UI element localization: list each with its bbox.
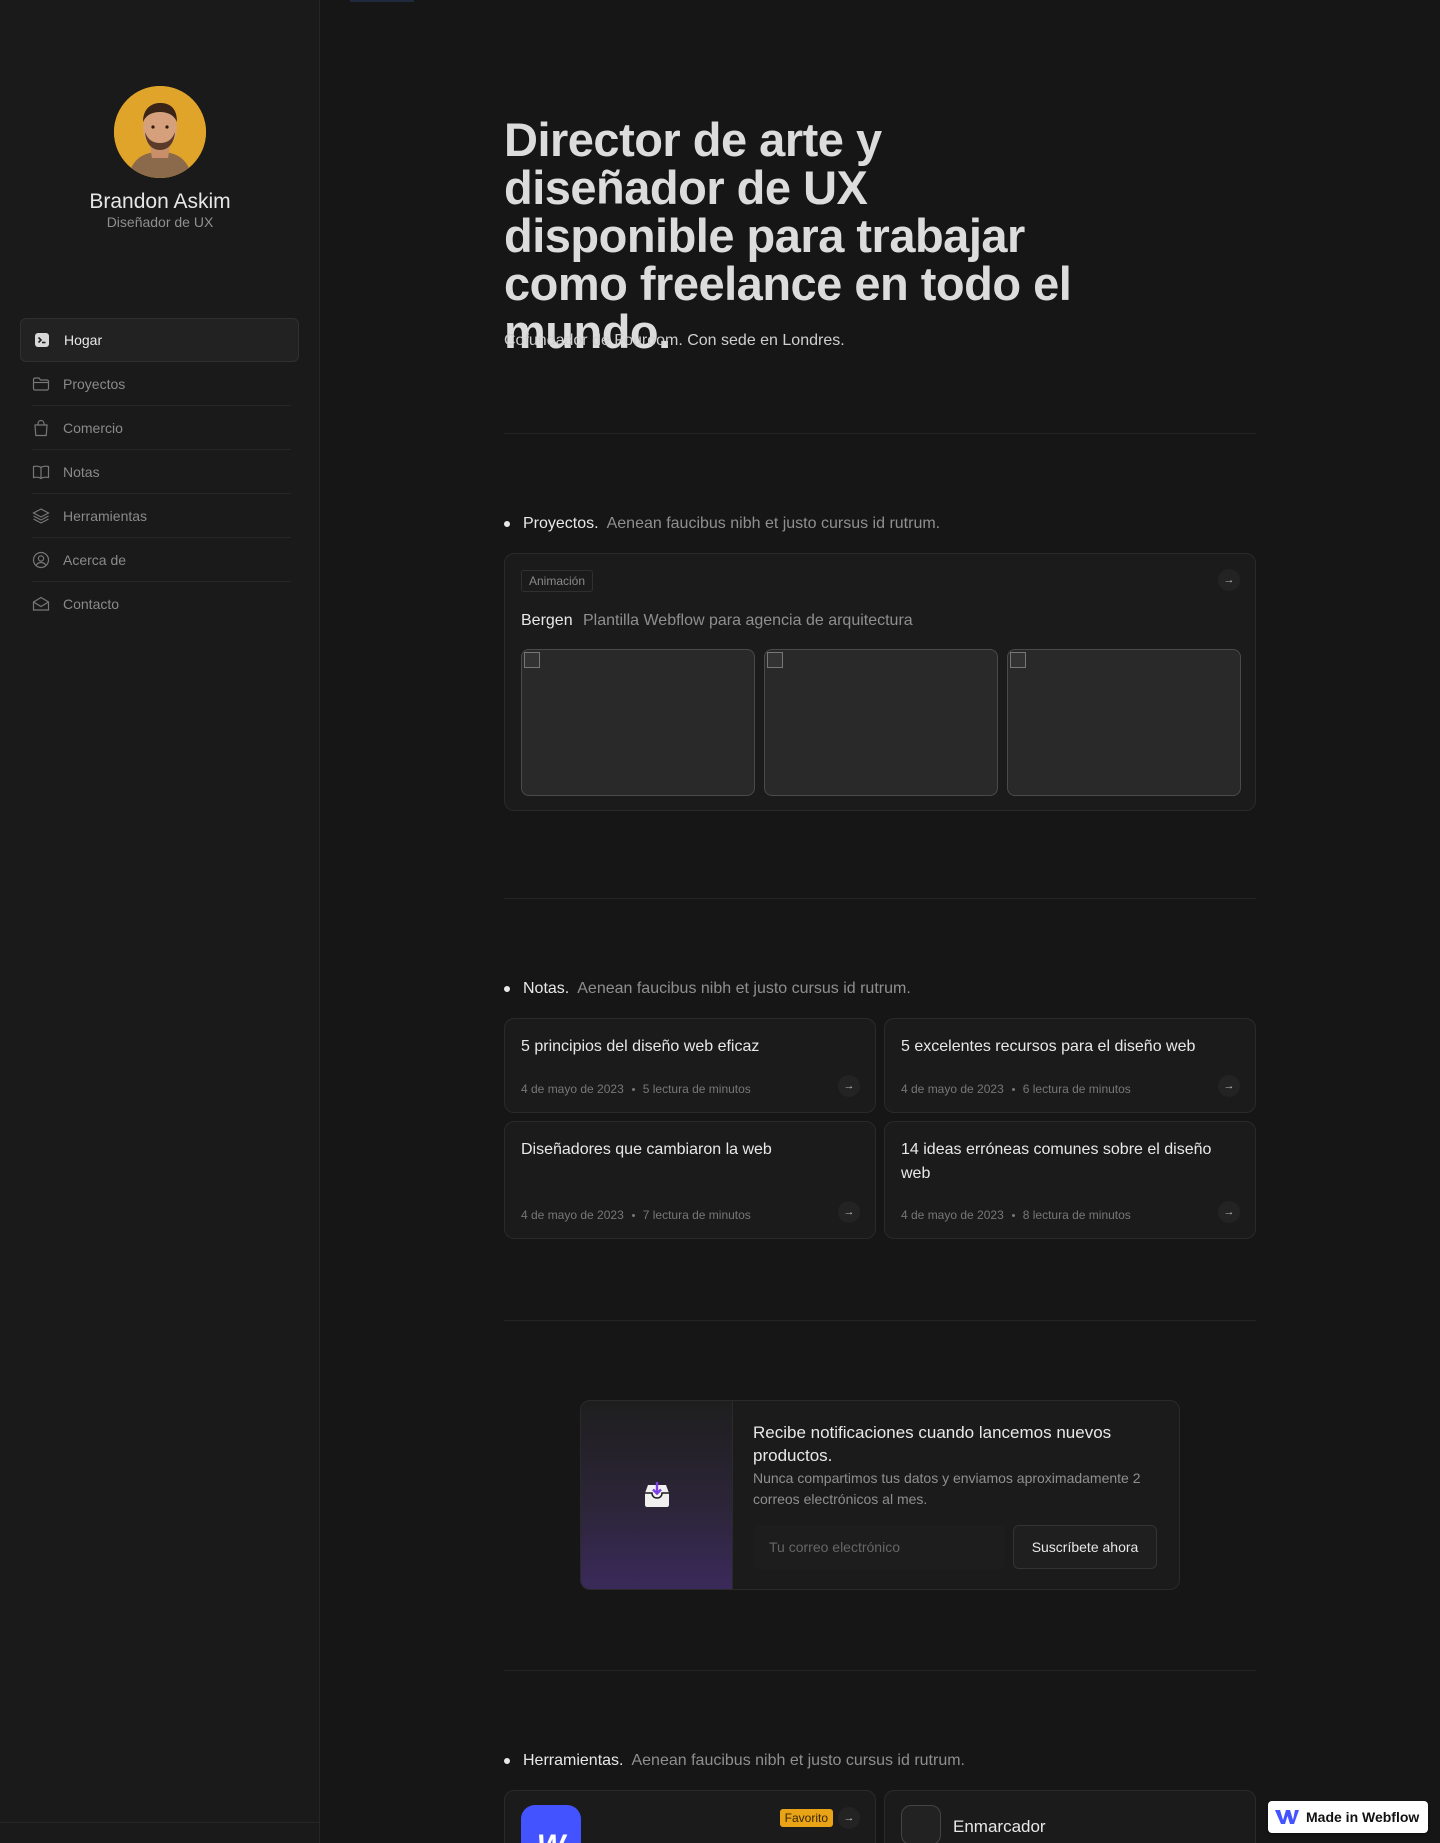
note-date: 4 de mayo de 2023 [901, 1208, 1004, 1222]
loading-bar [350, 0, 414, 2]
project-tag: Animación [521, 570, 594, 592]
profile-role: Diseñador de UX [106, 214, 214, 230]
arrow-right-icon[interactable]: → [838, 1201, 860, 1223]
arrow-right-icon[interactable]: → [838, 1807, 860, 1829]
made-in-webflow-badge[interactable]: Made in Webflow [1268, 1801, 1428, 1833]
project-description: Plantilla Webflow para agencia de arquit… [583, 612, 913, 629]
sidebar-item-notas[interactable]: Notas [20, 450, 299, 494]
subscribe-button[interactable]: Suscríbete ahora [1013, 1525, 1157, 1569]
note-date: 4 de mayo de 2023 [521, 1082, 624, 1096]
tool-thumbnail [901, 1805, 941, 1843]
sidebar-item-label: Comercio [63, 420, 123, 436]
note-read-time: 6 lectura de minutos [1022, 1082, 1131, 1096]
note-card[interactable]: Diseñadores que cambiaron la web 4 de ma… [504, 1121, 876, 1239]
favorite-badge: Favorito [779, 1809, 833, 1827]
tools-section-header: Herramientas. Aenean faucibus nibh et ju… [504, 1752, 965, 1770]
note-card[interactable]: 5 excelentes recursos para el diseño web… [884, 1018, 1256, 1113]
sidebar-item-acerca-de[interactable]: Acerca de [20, 538, 299, 582]
arrow-right-icon[interactable]: → [1218, 1075, 1240, 1097]
inbox-download-icon [644, 1482, 669, 1507]
folder-icon [32, 375, 50, 393]
sidebar-item-contacto[interactable]: Contacto [20, 582, 299, 626]
sidebar-item-label: Proyectos [63, 376, 126, 392]
envelope-icon [32, 595, 50, 613]
shopping-bag-icon [32, 419, 50, 437]
profile-name: Brandon Askim [89, 190, 231, 213]
avatar [114, 86, 206, 178]
project-thumbnail [521, 649, 755, 796]
layers-icon [32, 507, 50, 525]
sidebar-item-hogar[interactable]: Hogar [20, 318, 299, 362]
avatar-portrait-icon [114, 86, 206, 178]
sidebar-divider [0, 1822, 320, 1823]
project-thumbnail [1007, 649, 1241, 796]
note-meta: 4 de mayo de 2023 5 lectura de minutos [521, 1082, 751, 1096]
newsletter-description: Nunca compartimos tus datos y enviamos a… [753, 1470, 1141, 1507]
sidebar-item-label: Herramientas [63, 508, 148, 524]
sidebar-item-comercio[interactable]: Comercio [20, 406, 299, 450]
notes-section-header: Notas. Aenean faucibus nibh et justo cur… [504, 980, 911, 998]
broken-image-icon [1010, 652, 1026, 668]
project-title: Bergen [521, 612, 573, 629]
newsletter-card: Recibe notificaciones cuando lancemos nu… [580, 1400, 1180, 1590]
sidebar-item-proyectos[interactable]: Proyectos [20, 362, 299, 406]
tool-card-webflow[interactable]: W Favorito → [504, 1790, 876, 1843]
broken-image-icon [524, 652, 540, 668]
note-card[interactable]: 14 ideas erróneas comunes sobre el diseñ… [884, 1121, 1256, 1239]
hero-subtitle: Cofundador de Fouroom. Con sede en Londr… [504, 332, 845, 349]
sidebar: Brandon Askim Diseñador de UX Hogar Proy… [0, 0, 320, 1843]
note-read-time: 7 lectura de minutos [642, 1208, 751, 1222]
note-title: Diseñadores que cambiaron la web [521, 1141, 772, 1158]
section-description: Aenean faucibus nibh et justo cursus id … [631, 1752, 965, 1769]
note-read-time: 8 lectura de minutos [1022, 1208, 1131, 1222]
note-meta: 4 de mayo de 2023 8 lectura de minutos [901, 1208, 1131, 1222]
webflow-logo-icon: W [521, 1805, 581, 1843]
section-divider [504, 433, 1256, 434]
section-title[interactable]: Proyectos. [523, 515, 599, 533]
bullet-icon [504, 986, 510, 992]
tool-card-framer[interactable]: Enmarcador [884, 1790, 1256, 1843]
section-description: Aenean faucibus nibh et justo cursus id … [606, 515, 941, 532]
newsletter-illustration [581, 1401, 733, 1589]
note-meta: 4 de mayo de 2023 7 lectura de minutos [521, 1208, 751, 1222]
email-input[interactable] [753, 1525, 1005, 1569]
arrow-right-icon[interactable]: → [1218, 1201, 1240, 1223]
newsletter-title: Recibe notificaciones cuando lancemos nu… [753, 1423, 1112, 1465]
note-date: 4 de mayo de 2023 [521, 1208, 624, 1222]
section-divider [504, 898, 1256, 899]
projects-section-header: Proyectos. Aenean faucibus nibh et justo… [504, 515, 940, 533]
project-card[interactable]: Animación → Bergen Plantilla Webflow par… [504, 553, 1256, 811]
section-divider [504, 1670, 1256, 1671]
arrow-right-icon[interactable]: → [838, 1075, 860, 1097]
sidebar-item-label: Acerca de [63, 552, 127, 568]
terminal-icon [33, 331, 51, 349]
made-in-webflow-label: Made in Webflow [1306, 1809, 1420, 1825]
section-title[interactable]: Herramientas. [523, 1752, 623, 1770]
bullet-icon [504, 521, 510, 527]
sidebar-item-label: Contacto [63, 596, 120, 612]
webflow-mark-icon [1275, 1810, 1299, 1824]
section-title[interactable]: Notas. [523, 980, 569, 998]
note-card[interactable]: 5 principios del diseño web eficaz 4 de … [504, 1018, 876, 1113]
section-divider [504, 1320, 1256, 1321]
note-title: 5 excelentes recursos para el diseño web [901, 1038, 1196, 1055]
section-description: Aenean faucibus nibh et justo cursus id … [577, 980, 911, 997]
hero-title: Director de arte y diseñador de UX dispo… [504, 113, 1072, 358]
sidebar-item-label: Hogar [64, 332, 103, 348]
broken-image-icon [767, 652, 783, 668]
note-title: 5 principios del diseño web eficaz [521, 1038, 760, 1055]
sidebar-nav: Hogar Proyectos Comercio Notas Herramien… [20, 318, 299, 626]
sidebar-item-label: Notas [63, 464, 100, 480]
bullet-icon [504, 1758, 510, 1764]
arrow-right-icon[interactable]: → [1218, 569, 1240, 591]
note-read-time: 5 lectura de minutos [642, 1082, 751, 1096]
sidebar-item-herramientas[interactable]: Herramientas [20, 494, 299, 538]
note-meta: 4 de mayo de 2023 6 lectura de minutos [901, 1082, 1131, 1096]
project-thumbnail [764, 649, 998, 796]
note-title: 14 ideas erróneas comunes sobre el diseñ… [901, 1141, 1212, 1182]
tool-name: Enmarcador [953, 1817, 1046, 1836]
user-circle-icon [32, 551, 50, 569]
book-icon [32, 463, 50, 481]
note-date: 4 de mayo de 2023 [901, 1082, 1004, 1096]
